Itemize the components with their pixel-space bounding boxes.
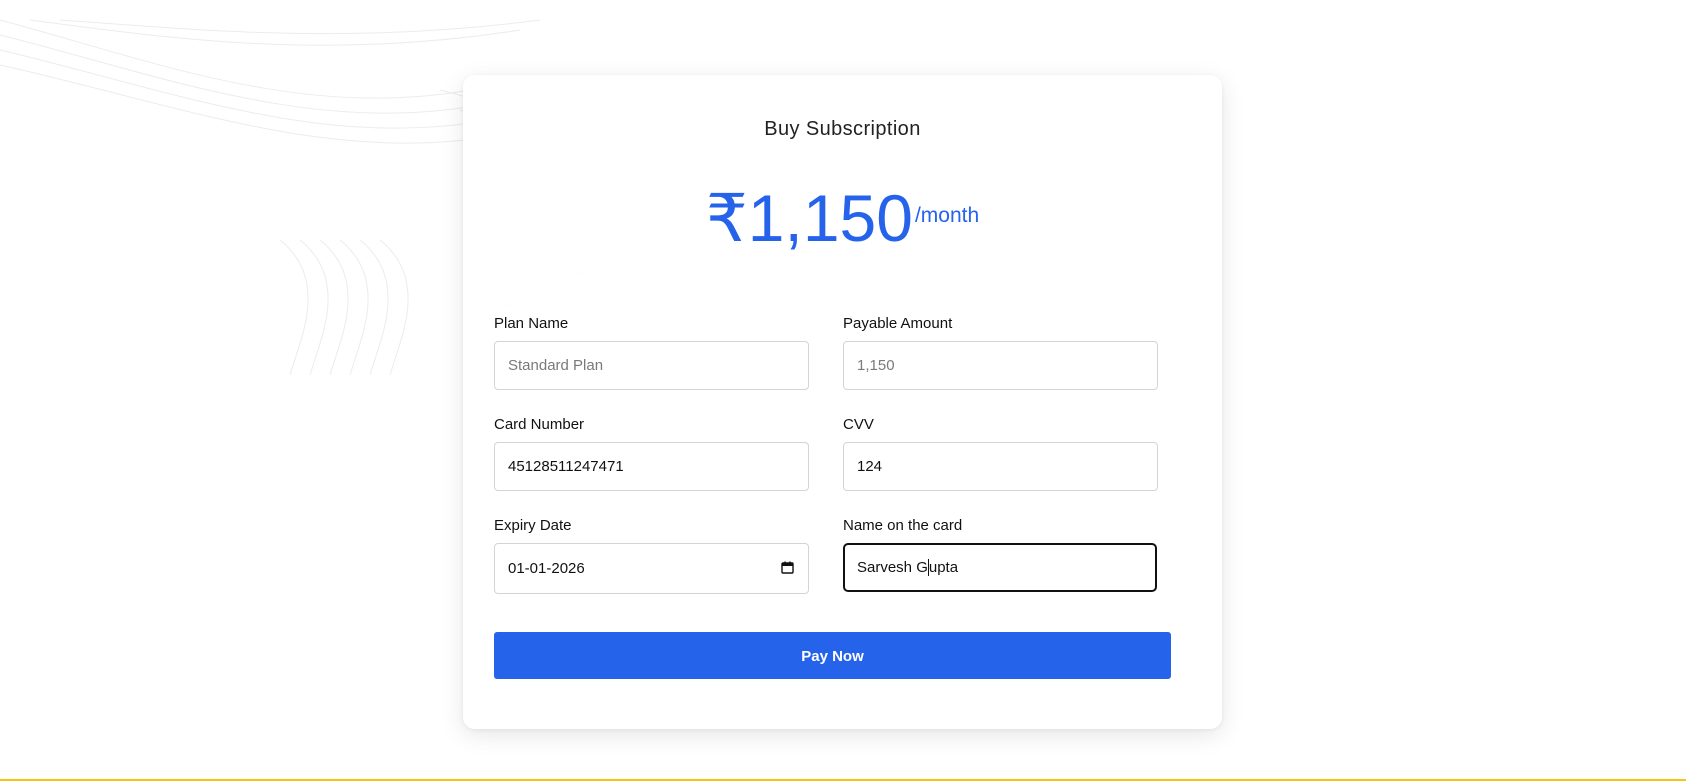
card-number-label: Card Number: [494, 416, 585, 433]
name-on-card-value-start: Sarvesh G: [857, 559, 928, 576]
price-display: ₹1,150/month: [463, 185, 1222, 251]
card-number-input[interactable]: 45128511247471: [494, 442, 809, 491]
price-period: /month: [914, 204, 980, 227]
expiry-date-field: Expiry Date 01-01-2026: [494, 517, 809, 594]
plan-name-field: Plan Name Standard Plan: [494, 315, 809, 390]
expiry-date-input[interactable]: 01-01-2026: [494, 543, 809, 594]
price-amount: ₹1,150: [705, 181, 913, 255]
name-on-card-input[interactable]: Sarvesh Gupta: [843, 543, 1157, 592]
name-on-card-label: Name on the card: [843, 517, 963, 534]
plan-name-input[interactable]: Standard Plan: [494, 341, 809, 390]
plan-name-label: Plan Name: [494, 315, 569, 332]
payable-amount-field: Payable Amount 1,150: [843, 315, 1158, 390]
cvv-label: CVV: [843, 416, 874, 433]
card-number-field: Card Number 45128511247471: [494, 416, 809, 491]
expiry-date-label: Expiry Date: [494, 517, 572, 534]
expiry-date-value: 01-01-2026: [508, 560, 585, 577]
payable-amount-label: Payable Amount: [843, 315, 953, 332]
subscription-card: Buy Subscription ₹1,150/month Plan Name …: [463, 75, 1222, 729]
cvv-input[interactable]: 124: [843, 442, 1158, 491]
name-on-card-value-end: upta: [928, 559, 959, 576]
calendar-icon[interactable]: [781, 561, 794, 574]
payable-amount-input[interactable]: 1,150: [843, 341, 1158, 390]
page-title: Buy Subscription: [764, 118, 921, 140]
name-on-card-field: Name on the card Sarvesh Gupta: [843, 517, 1158, 592]
cvv-field: CVV 124: [843, 416, 1158, 491]
pay-now-button[interactable]: Pay Now: [494, 632, 1171, 679]
